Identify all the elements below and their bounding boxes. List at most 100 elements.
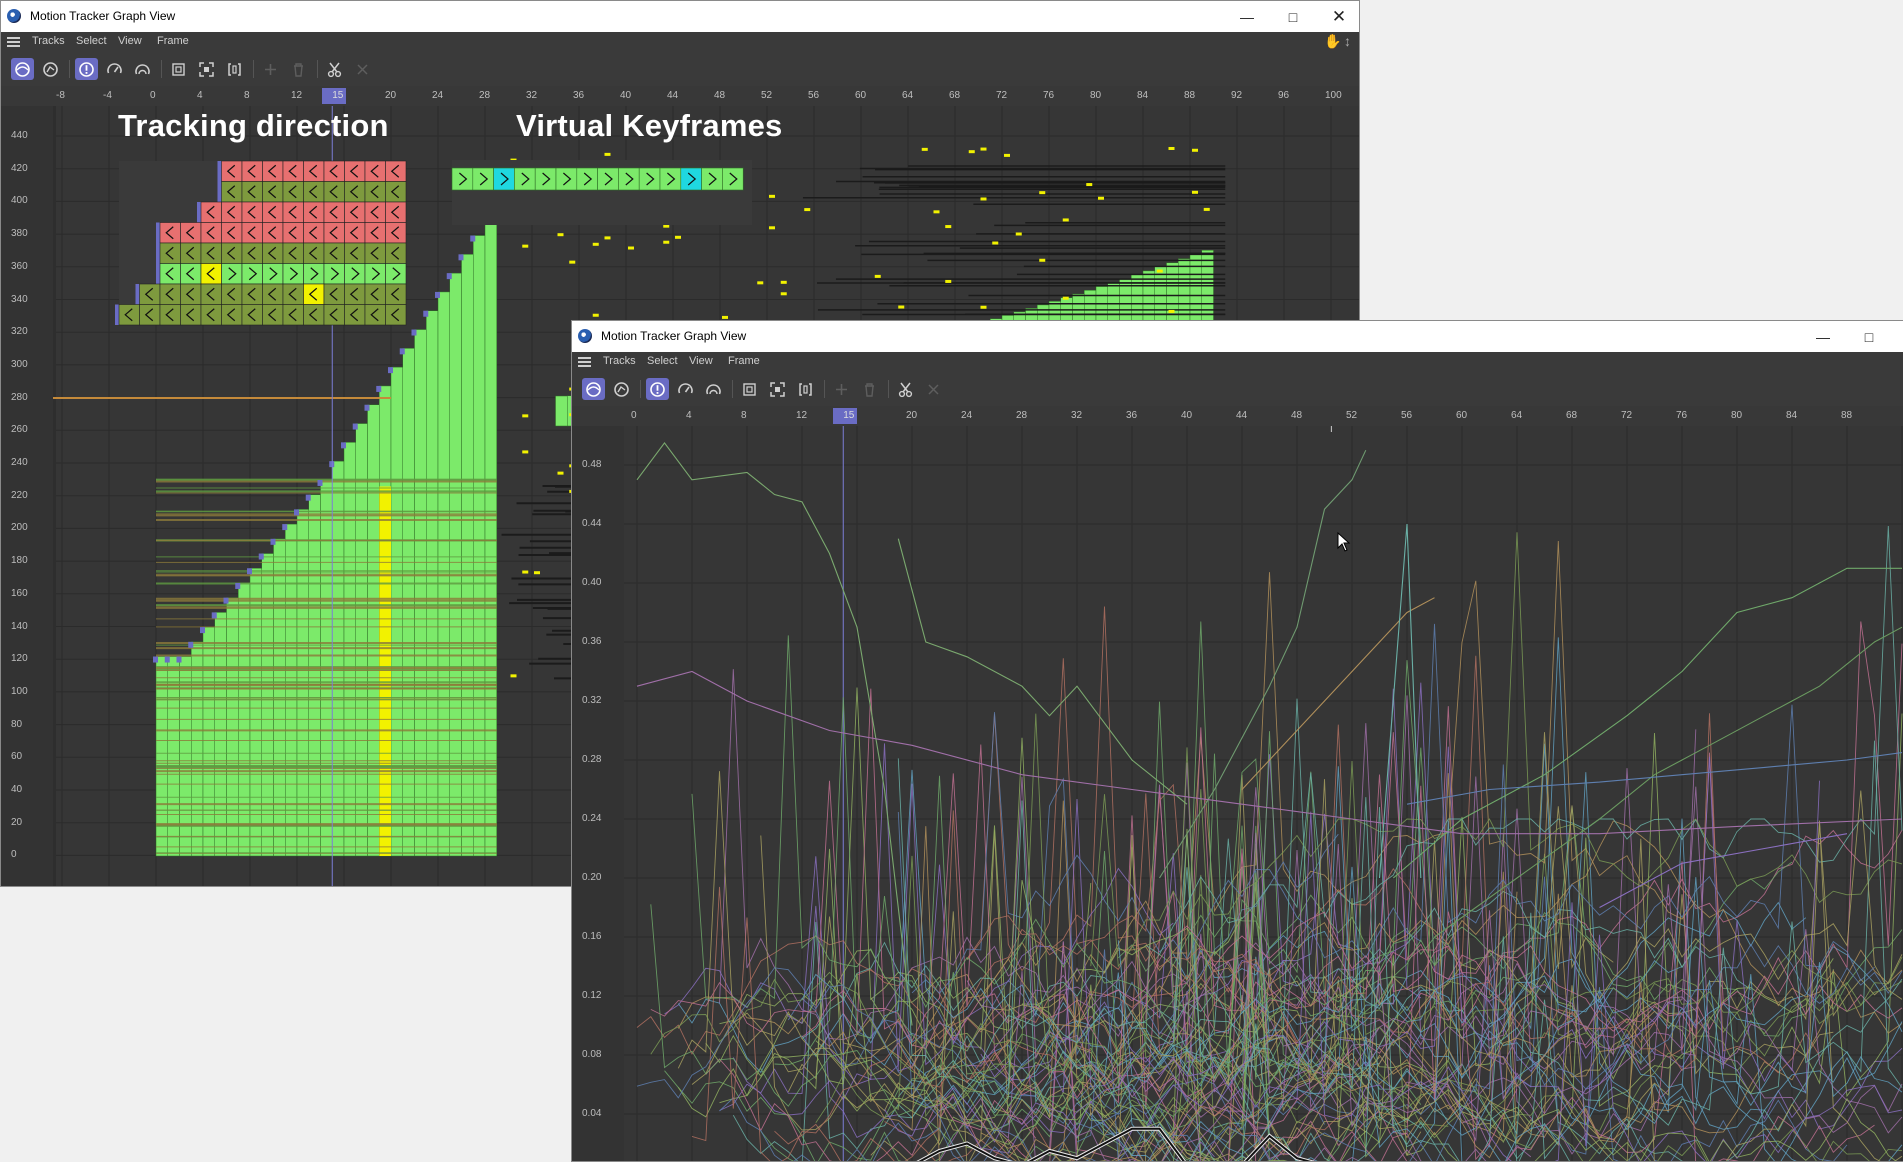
ruler-tick-label: 88 <box>1841 410 1853 421</box>
errors-icon <box>79 61 94 77</box>
frame-range-icon <box>799 382 812 396</box>
speed-button[interactable] <box>103 58 126 80</box>
y-tick-label: 340 <box>11 293 28 305</box>
add-button[interactable] <box>830 378 853 400</box>
menu-frame[interactable]: Frame <box>728 355 760 367</box>
cinema4d-app-icon <box>578 329 592 343</box>
speed-button[interactable] <box>674 378 697 400</box>
tracking-direction-label: Tracking direction <box>118 108 389 143</box>
ruler-tick-label: 28 <box>1016 410 1028 421</box>
minimize-button[interactable]: — <box>1224 1 1270 32</box>
acceleration-button[interactable] <box>702 378 725 400</box>
ruler-tick-label: 44 <box>667 90 679 101</box>
close-button[interactable]: ✕ <box>1316 1 1359 32</box>
delete-button[interactable] <box>858 378 881 400</box>
frame-selected-button[interactable] <box>195 58 218 80</box>
y-tick-label: 380 <box>11 228 28 240</box>
ruler-tick-label: 20 <box>906 410 918 421</box>
cut-button[interactable] <box>323 58 346 80</box>
deviation-mode-button[interactable] <box>39 58 62 80</box>
ruler-tick-label: 24 <box>961 410 973 421</box>
ruler-tick-label: 12 <box>796 410 808 421</box>
y-tick-label: 360 <box>11 260 28 272</box>
errors-button[interactable] <box>646 378 669 400</box>
y-tick-label: 0.36 <box>582 636 602 647</box>
frame-range-button[interactable] <box>794 378 817 400</box>
y-tick-label: 220 <box>11 489 28 501</box>
y-tick-label: 0.04 <box>582 1108 602 1119</box>
frame-range-icon <box>228 62 241 76</box>
ruler-tick-label: 68 <box>1566 410 1578 421</box>
hamburger-menu-icon[interactable] <box>578 357 591 367</box>
y-tick-label: 40 <box>11 784 23 795</box>
errors-button[interactable] <box>75 58 98 80</box>
y-tick-label: 0.20 <box>582 872 602 883</box>
frame-all-button[interactable] <box>167 58 190 80</box>
remove-cut-icon <box>928 383 939 395</box>
y-tick-label: 0.44 <box>582 518 602 529</box>
ruler-tick-label: 96 <box>1278 90 1290 101</box>
frame-all-button[interactable] <box>738 378 761 400</box>
menu-select[interactable]: Select <box>647 355 678 367</box>
toolbar-separator <box>317 60 318 78</box>
ruler-tick-label: 8 <box>244 90 250 101</box>
ruler-tick-label: 100 <box>1325 90 1342 101</box>
remove-cut-button[interactable] <box>351 58 374 80</box>
add-button[interactable] <box>259 58 282 80</box>
ruler-tick-label: 40 <box>1181 410 1193 421</box>
toolbar-separator <box>69 60 70 78</box>
deviation-mode-button[interactable] <box>610 378 633 400</box>
track-mode-button[interactable] <box>582 378 605 400</box>
window-title: Motion Tracker Graph View <box>30 9 176 23</box>
maximize-button[interactable]: □ <box>1846 321 1892 352</box>
graph-view-window-front: Motion Tracker Graph View — □ Tracks Sel… <box>571 320 1903 1162</box>
title-bar[interactable]: Motion Tracker Graph View — □ ✕ <box>1 1 1359 32</box>
track-mode-button[interactable] <box>11 58 34 80</box>
ruler-tick-label: 72 <box>1621 410 1633 421</box>
frame-selected-button[interactable] <box>766 378 789 400</box>
menu-tracks[interactable]: Tracks <box>603 355 636 367</box>
curves-plot-area[interactable] <box>624 426 1903 1161</box>
minimize-button[interactable]: — <box>1800 321 1846 352</box>
delete-icon <box>294 62 303 77</box>
ruler-tick-label: 28 <box>479 90 491 101</box>
frame-range-button[interactable] <box>223 58 246 80</box>
maximize-button[interactable]: □ <box>1270 1 1316 32</box>
menu-tracks[interactable]: Tracks <box>32 35 65 47</box>
menu-view[interactable]: View <box>689 355 713 367</box>
remove-cut-button[interactable] <box>922 378 945 400</box>
ruler-tick-label: 64 <box>1511 410 1523 421</box>
frame-ruler[interactable]: 0 4 8 12 15 20 24 28 32 36 40 44 48 52 56 60 64 68 72 76 80 8… <box>624 406 1903 426</box>
cut-icon <box>898 382 913 397</box>
current-frame-marker[interactable]: 15 <box>322 88 347 104</box>
ruler-tick-label: 88 <box>1184 90 1196 101</box>
delete-button[interactable] <box>287 58 310 80</box>
y-tick-label: 160 <box>11 587 28 599</box>
frame-all-icon <box>172 62 185 76</box>
ruler-tick-label: 64 <box>902 90 914 101</box>
ruler-tick-label: -8 <box>56 90 65 101</box>
ruler-tick-label: 4 <box>686 410 692 421</box>
menu-view[interactable]: View <box>118 35 142 47</box>
add-icon <box>265 63 276 75</box>
menu-frame[interactable]: Frame <box>157 35 189 47</box>
frame-ruler[interactable]: -8 -4 0 4 8 12 15 20 24 28 32 36 40 44 48 52 56 60 64 68 72 7… <box>53 86 1359 106</box>
hamburger-menu-icon[interactable] <box>7 37 20 47</box>
cut-button[interactable] <box>894 378 917 400</box>
current-frame-marker[interactable]: 15 <box>833 408 858 424</box>
y-tick-label: 100 <box>11 685 28 697</box>
window-title: Motion Tracker Graph View <box>601 329 747 343</box>
error-curves[interactable] <box>636 441 1903 1161</box>
tracking-direction-inset <box>115 160 407 326</box>
ruler-tick-label: 92 <box>1231 90 1243 101</box>
y-tick-label: 60 <box>11 751 23 763</box>
y-tick-label: 0.48 <box>582 459 602 470</box>
menu-select[interactable]: Select <box>76 35 107 47</box>
ruler-tick-label: 80 <box>1090 90 1102 101</box>
ruler-tick-label: 84 <box>1786 410 1798 421</box>
title-bar[interactable]: Motion Tracker Graph View — □ <box>572 321 1903 352</box>
acceleration-button[interactable] <box>131 58 154 80</box>
y-tick-label: 280 <box>11 391 28 403</box>
pan-hand-icon[interactable]: ✋ <box>1324 33 1341 50</box>
zoom-arrows-icon[interactable]: ↕ <box>1344 33 1351 49</box>
